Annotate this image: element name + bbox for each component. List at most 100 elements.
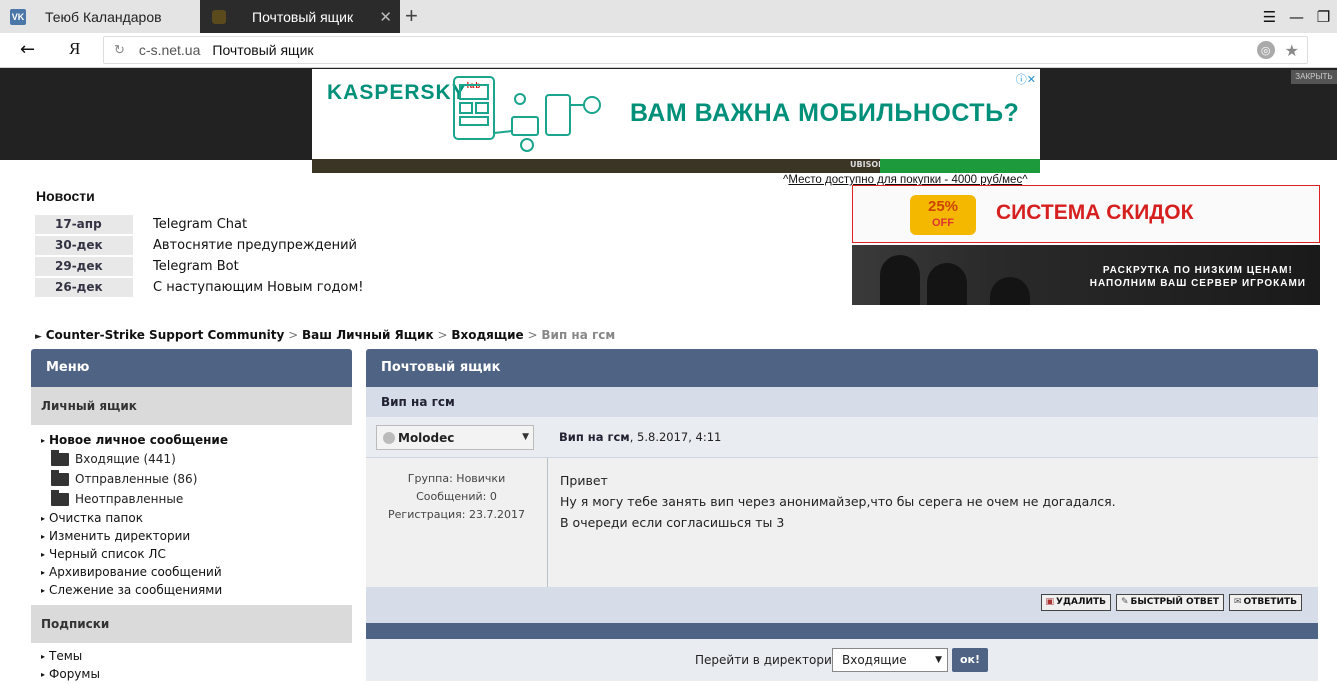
news-item[interactable]: 29-дек Telegram Bot bbox=[35, 256, 363, 277]
reload-icon[interactable]: ↻ bbox=[114, 42, 125, 58]
url-page-title: Почтовый ящик bbox=[212, 42, 314, 58]
yandex-logo-icon[interactable]: Я bbox=[69, 39, 80, 59]
message-header: Molodec ▼ Вип на гсм, 5.8.2017, 4:11 bbox=[366, 417, 1318, 457]
message-subject: Вип на гсм bbox=[366, 387, 1318, 417]
folder-inbox[interactable]: Входящие (441) bbox=[31, 449, 352, 469]
delete-button[interactable]: ▣ УДАЛИТЬ bbox=[1040, 594, 1111, 611]
discount-badge: 25% OFF bbox=[910, 195, 976, 235]
folder-unsent[interactable]: Неотправленные bbox=[31, 489, 352, 509]
tab-title: Теюб Каландаров bbox=[45, 8, 162, 25]
breadcrumb-inbox[interactable]: Входящие bbox=[451, 328, 523, 342]
menu-section-subscriptions: Подписки bbox=[31, 605, 352, 643]
back-icon[interactable]: ← bbox=[20, 39, 35, 60]
breadcrumb-current: Вип на гсм bbox=[541, 328, 616, 342]
soldier-figure bbox=[880, 255, 920, 305]
goto-folder-bar: Перейти в директорию: Входящие ▼ ок! bbox=[366, 639, 1318, 681]
user-registered: Регистрация: 23.7.2017 bbox=[388, 508, 525, 521]
folder-sent[interactable]: Отправленные (86) bbox=[31, 469, 352, 489]
kaspersky-ad-text: ВАМ ВАЖНА МОБИЛЬНОСТЬ? bbox=[630, 99, 1020, 127]
message-body: Группа: Новички Сообщений: 0 Регистрация… bbox=[366, 457, 1318, 587]
restore-icon[interactable]: ❐ bbox=[1310, 8, 1337, 26]
news-list: 17-апр Telegram Chat 30-дек Автоснятие пре… bbox=[35, 214, 363, 298]
new-message-link[interactable]: ▸ Новое личное сообщение bbox=[31, 431, 352, 449]
news-date: 17-апр bbox=[35, 215, 133, 234]
user-posts: Сообщений: 0 bbox=[416, 490, 497, 503]
soldier-figure bbox=[990, 277, 1030, 305]
tab-mailbox[interactable]: Почтовый ящик ✕ bbox=[200, 0, 400, 33]
url-input[interactable]: ↻ c-s.net.ua Почтовый ящик ◎ ★ bbox=[103, 36, 1308, 64]
menu-item-topics[interactable]: ▸ Темы bbox=[31, 647, 352, 665]
news-title[interactable]: Автоснятие предупреждений bbox=[153, 238, 357, 253]
address-bar: ← Я ↻ c-s.net.ua Почтовый ящик ◎ ★ bbox=[0, 33, 1337, 68]
breadcrumb-arrow-icon: ► bbox=[35, 332, 42, 342]
menu-item-clear-folders[interactable]: ▸ Очистка папок bbox=[31, 509, 352, 527]
server-promo-text: РАСКРУТКА ПО НИЗКИМ ЦЕНАМ! НАПОЛНИМ ВАШ С… bbox=[1089, 265, 1306, 289]
discount-banner[interactable]: 25% OFF СИСТЕМА СКИДОК bbox=[852, 185, 1320, 243]
message-actions: ▣ УДАЛИТЬ ✎ БЫСТРЫЙ ОТВЕТ ✉ ОТВЕТИТЬ bbox=[366, 587, 1318, 623]
user-icon bbox=[383, 431, 395, 444]
user-group: Группа: Новички bbox=[407, 472, 506, 485]
chevron-down-icon: ▼ bbox=[522, 432, 529, 442]
message-panel: Почтовый ящик Вип на гсм Molodec ▼ Вип н… bbox=[366, 349, 1318, 684]
quick-reply-icon: ✎ bbox=[1120, 597, 1129, 607]
breadcrumb-mailbox[interactable]: Ваш Личный Ящик bbox=[302, 328, 434, 342]
discount-text: СИСТЕМА СКИДОК bbox=[996, 201, 1194, 224]
news-title[interactable]: Telegram Chat bbox=[153, 217, 247, 232]
window-controls: ☰ — ❐ bbox=[1256, 0, 1337, 33]
strip-green-block bbox=[880, 159, 1040, 173]
goto-folder-label: Перейти в директорию: bbox=[695, 653, 846, 667]
message-meta: Вип на гсм, 5.8.2017, 4:11 bbox=[559, 430, 722, 444]
news-item[interactable]: 17-апр Telegram Chat bbox=[35, 214, 363, 235]
message-text: Привет Ну я могу тебе занять вип через а… bbox=[560, 473, 1116, 530]
protect-icon[interactable]: ◎ bbox=[1256, 41, 1275, 59]
folder-icon bbox=[51, 469, 69, 486]
news-date: 30-дек bbox=[35, 236, 133, 255]
close-tab-icon[interactable]: ✕ bbox=[379, 8, 392, 26]
game-ad-strip[interactable]: UBISOFT bbox=[312, 159, 1040, 173]
folder-icon bbox=[51, 489, 69, 506]
menu-section-mailbox: Личный ящик bbox=[31, 387, 352, 425]
news-date: 29-дек bbox=[35, 257, 133, 276]
news-date: 26-дек bbox=[35, 278, 133, 297]
minimize-icon[interactable]: — bbox=[1283, 8, 1310, 26]
soldier-figure bbox=[927, 263, 967, 305]
news-title[interactable]: Telegram Bot bbox=[153, 259, 239, 274]
url-domain: c-s.net.ua bbox=[138, 42, 201, 58]
tab-title: Почтовый ящик bbox=[252, 8, 354, 25]
quick-reply-button[interactable]: ✎ БЫСТРЫЙ ОТВЕТ bbox=[1115, 594, 1224, 611]
news-item[interactable]: 26-дек С наступающим Новым годом! bbox=[35, 277, 363, 298]
tab-vk[interactable]: VK Теюб Каландаров bbox=[0, 0, 200, 33]
menu-icon[interactable]: ☰ bbox=[1256, 8, 1283, 26]
close-ad-button[interactable]: ЗАКРЫТЬ bbox=[1291, 70, 1337, 84]
tab-bar: VK Теюб Каландаров Почтовый ящик ✕ + ☰ —… bbox=[0, 0, 1337, 33]
breadcrumb: ► Counter-Strike Support Community > Ваш… bbox=[35, 328, 616, 342]
reply-button[interactable]: ✉ ОТВЕТИТЬ bbox=[1228, 594, 1302, 611]
breadcrumb-community[interactable]: Counter-Strike Support Community bbox=[46, 328, 285, 342]
goto-ok-button[interactable]: ок! bbox=[952, 648, 988, 672]
menu-item-forums[interactable]: ▸ Форумы bbox=[31, 665, 352, 683]
menu-title: Меню bbox=[31, 349, 352, 387]
server-promo-banner[interactable]: РАСКРУТКА ПО НИЗКИМ ЦЕНАМ! НАПОЛНИМ ВАШ С… bbox=[852, 245, 1320, 305]
kaspersky-ad[interactable]: KASPERSKYlab ВАМ ВАЖНА МОБИЛЬНОСТЬ? ⓘ✕ bbox=[312, 69, 1040, 159]
menu-item-archive[interactable]: ▸ Архивирование сообщений bbox=[31, 563, 352, 581]
new-tab-button[interactable]: + bbox=[405, 3, 418, 29]
user-info: Группа: Новички Сообщений: 0 Регистрация… bbox=[366, 458, 548, 587]
user-name: Molodec bbox=[398, 430, 455, 445]
mobile-illustration-icon bbox=[453, 76, 601, 152]
menu-item-edit-folders[interactable]: ▸ Изменить директории bbox=[31, 527, 352, 545]
chevron-down-icon: ▼ bbox=[935, 655, 942, 665]
ad-info-icon[interactable]: ⓘ✕ bbox=[1016, 71, 1036, 87]
sidebar-menu: Меню Личный ящик ▸ Новое личное сообщение… bbox=[31, 349, 352, 684]
folder-icon bbox=[51, 449, 69, 466]
goto-folder-select[interactable]: Входящие ▼ bbox=[832, 648, 948, 672]
bookmark-star-icon[interactable]: ★ bbox=[1285, 41, 1299, 61]
menu-item-tracking[interactable]: ▸ Слежение за сообщениями bbox=[31, 581, 352, 599]
news-title[interactable]: С наступающим Новым годом! bbox=[153, 280, 363, 295]
delete-icon: ▣ bbox=[1045, 597, 1055, 607]
menu-item-blacklist[interactable]: ▸ Черный список ЛС bbox=[31, 545, 352, 563]
reply-icon: ✉ bbox=[1233, 597, 1242, 607]
panel-divider bbox=[366, 623, 1318, 639]
panel-title: Почтовый ящик bbox=[366, 349, 1318, 387]
user-dropdown[interactable]: Molodec ▼ bbox=[376, 425, 534, 450]
news-item[interactable]: 30-дек Автоснятие предупреждений bbox=[35, 235, 363, 256]
